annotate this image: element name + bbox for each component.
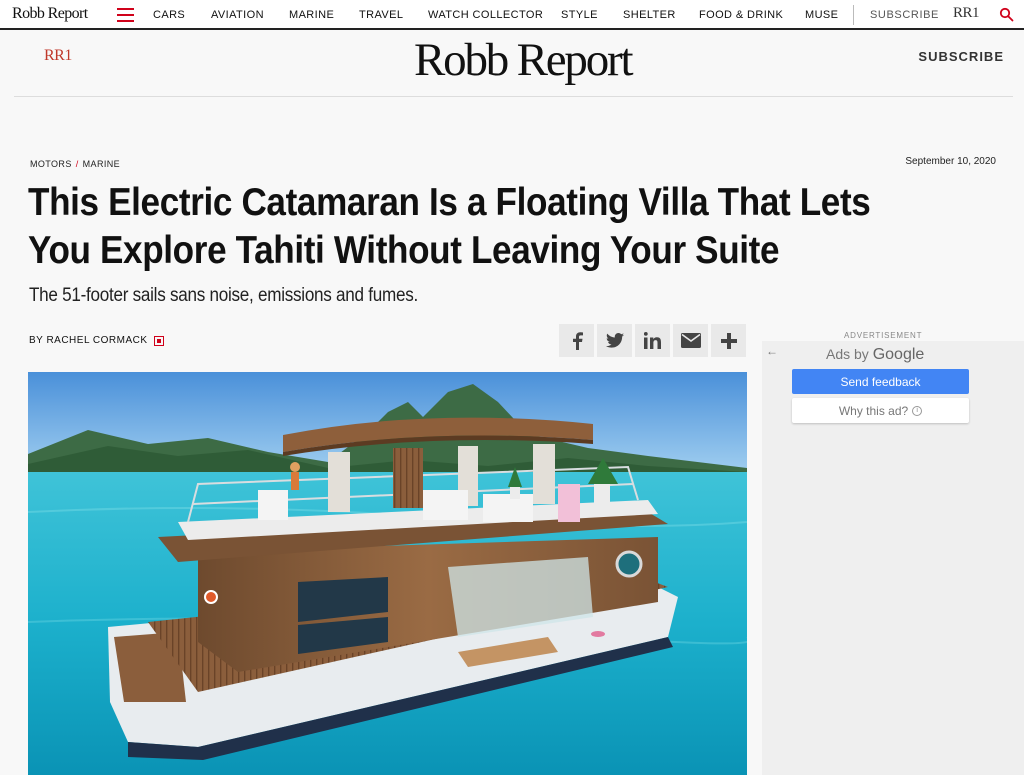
nav-item-marine[interactable]: MARINE [289,9,334,21]
send-feedback-button[interactable]: Send feedback [792,369,969,394]
breadcrumb-separator: / [75,159,79,169]
plus-icon [720,332,737,349]
nav-divider [853,5,854,25]
advertisement-label: ADVERTISEMENT [844,331,923,340]
why-this-ad-label: Why this ad? [838,403,909,418]
rr1-logo-small[interactable]: RR1 [953,5,980,22]
share-linkedin-button[interactable] [635,324,670,357]
hamburger-menu-icon[interactable] [117,8,134,22]
subscribe-button[interactable]: SUBSCRIBE [918,49,1004,64]
share-twitter-button[interactable] [597,324,632,357]
breadcrumb-marine[interactable]: MARINE [83,159,120,169]
twitter-icon [605,333,624,348]
catamaran-illustration [28,372,747,775]
info-icon: i [912,405,923,416]
ads-by-label: Ads by [826,346,869,362]
share-facebook-button[interactable] [559,324,594,357]
nav-item-food-drink[interactable]: FOOD & DRINK [699,9,783,21]
rr1-logo[interactable]: RR1 [44,47,72,65]
byline: BY RACHEL CORMACK [29,335,164,346]
share-bar [559,324,746,357]
ad-panel: ← Ads by Google Send feedback Why this a… [762,341,1024,775]
nav-item-muse[interactable]: MUSE [805,9,838,21]
hero-image [28,372,747,775]
email-icon [680,333,701,348]
linkedin-icon [644,332,661,349]
breadcrumb-motors[interactable]: MOTORS [30,159,72,169]
nav-item-shelter[interactable]: SHELTER [623,9,676,21]
breadcrumb: MOTORS / MARINE [30,159,120,169]
nav-item-cars[interactable]: CARS [153,9,185,21]
share-more-button[interactable] [711,324,746,357]
nav-item-style[interactable]: STYLE [561,9,598,21]
google-label: Google [872,346,925,363]
nav-item-watch-collector[interactable]: WATCH COLLECTOR [428,9,543,21]
article-subtitle: The 51-footer sails sans noise, emission… [29,285,418,306]
search-icon[interactable] [999,7,1014,22]
masthead: RR1 Robb Report SUBSCRIBE [14,31,1013,97]
why-this-ad-button[interactable]: Why this ad? i [792,398,969,423]
article-title: This Electric Catamaran Is a Floating Vi… [28,181,871,272]
back-arrow-icon[interactable]: ← [766,344,778,358]
site-logo-small[interactable]: Robb Report [12,5,88,23]
author-badge-icon [153,335,164,346]
nav-item-travel[interactable]: TRAVEL [359,9,403,21]
nav-item-aviation[interactable]: AVIATION [211,9,264,21]
nav-subscribe-link[interactable]: SUBSCRIBE [870,9,939,21]
author-link[interactable]: BY RACHEL CORMACK [29,335,148,346]
facebook-icon [572,331,583,350]
top-navigation: Robb Report CARS AVIATION MARINE TRAVEL … [0,0,1024,30]
site-logo[interactable]: Robb Report [414,33,634,87]
share-email-button[interactable] [673,324,708,357]
ads-by-google: Ads by Google [826,346,924,364]
publish-date: September 10, 2020 [905,156,996,167]
